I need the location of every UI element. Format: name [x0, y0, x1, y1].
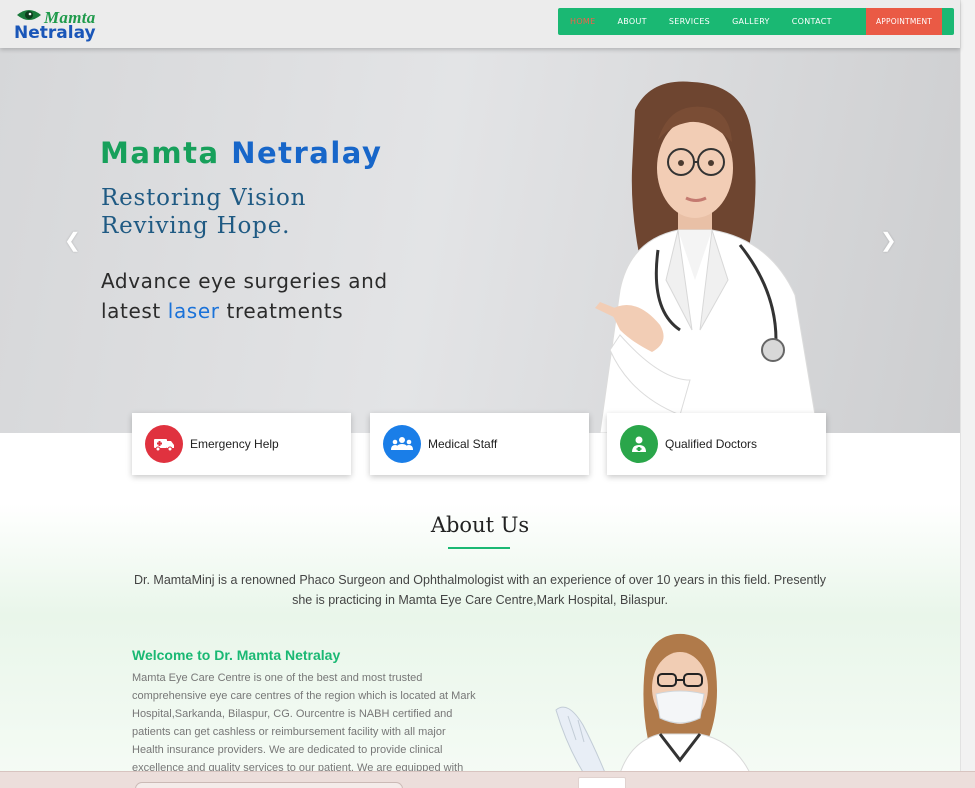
chevron-right-icon[interactable]: ❯: [880, 228, 897, 253]
feature-card-emergency[interactable]: Emergency Help: [132, 413, 351, 475]
hero-subtitle-post: treatments: [219, 299, 344, 323]
group-icon: [383, 425, 421, 463]
hero-tagline: Restoring Vision Reviving Hope.: [101, 184, 306, 240]
nav-item-home[interactable]: HOME: [570, 17, 595, 26]
about-title-underline: [448, 547, 510, 549]
nav-item-gallery[interactable]: GALLERY: [732, 17, 770, 26]
hero-subtitle-line1: Advance eye surgeries and: [101, 269, 388, 293]
hero-subtitle-highlight: laser: [167, 299, 220, 323]
hero-tagline-line2: Reviving Hope.: [101, 213, 291, 239]
nav-item-about[interactable]: ABOUT: [617, 17, 646, 26]
feature-card-medical-staff[interactable]: Medical Staff: [370, 413, 589, 475]
feature-card-label: Qualified Doctors: [665, 437, 758, 451]
site-header: Mamta Netralay HOME ABOUT SERVICES GALLE…: [0, 0, 960, 48]
doctor-mask-image: [555, 633, 754, 780]
welcome-title: Welcome to Dr. Mamta Netralay: [132, 647, 341, 663]
ambulance-icon: [145, 425, 183, 463]
hero-subtitle: Advance eye surgeries and latest laser t…: [101, 266, 388, 326]
nav-item-contact[interactable]: CONTACT: [792, 17, 832, 26]
doctor-hero-image: [595, 81, 819, 433]
hero-tagline-line1: Restoring Vision: [101, 185, 307, 211]
feature-cards: Emergency Help Medical Staff Qualified D…: [0, 410, 960, 480]
feature-card-qualified-doctors[interactable]: Qualified Doctors: [607, 413, 826, 475]
bottom-input-pill[interactable]: [135, 782, 403, 788]
page-scrollbar[interactable]: [960, 0, 975, 771]
hero-subtitle-line2: latest laser treatments: [101, 296, 388, 326]
appointment-button[interactable]: APPOINTMENT: [866, 8, 942, 35]
hero-slider: Mamta Netralay Restoring Vision Reviving…: [0, 48, 960, 433]
about-title: About Us: [430, 513, 530, 537]
hero-subtitle-pre: latest: [101, 299, 168, 323]
hero-brand-part1: Mamta: [100, 136, 220, 170]
hero-brand-title: Mamta Netralay: [100, 136, 382, 170]
chevron-left-icon[interactable]: ❮: [64, 228, 81, 253]
about-section: About Us Dr. MamtaMinj is a renowned Pha…: [0, 480, 960, 780]
welcome-body: Mamta Eye Care Centre is one of the best…: [132, 672, 476, 774]
main-nav: HOME ABOUT SERVICES GALLERY CONTACT APPO…: [558, 8, 954, 35]
logo-text-bottom: Netralay: [14, 23, 96, 43]
hero-brand-part2: Netralay: [231, 136, 383, 170]
bottom-tab-box[interactable]: [578, 777, 626, 788]
feature-card-label: Emergency Help: [190, 437, 279, 451]
bottom-overlay-bar: [0, 771, 975, 788]
eye-logo-icon: [17, 10, 41, 20]
nav-item-services[interactable]: SERVICES: [669, 17, 710, 26]
logo[interactable]: Mamta Netralay: [14, 6, 114, 44]
about-description: Dr. MamtaMinj is a renowned Phaco Surgeo…: [133, 573, 827, 607]
page: Mamta Netralay HOME ABOUT SERVICES GALLE…: [0, 0, 975, 788]
doctor-icon: [620, 425, 658, 463]
feature-card-label: Medical Staff: [428, 437, 498, 451]
